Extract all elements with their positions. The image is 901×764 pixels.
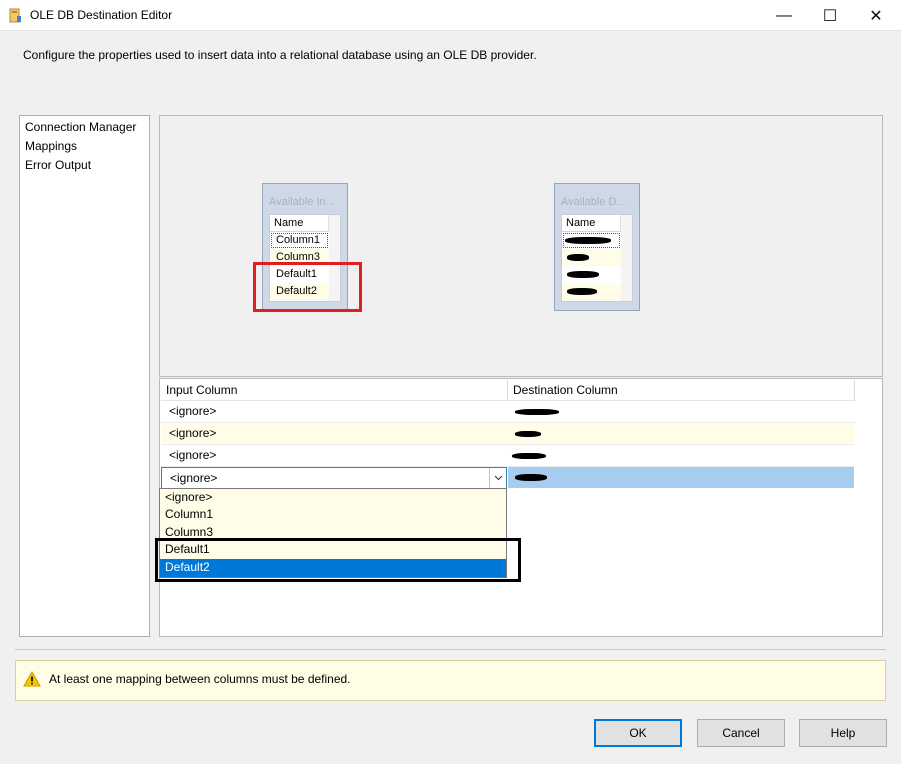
- maximize-button[interactable]: ☐: [807, 0, 853, 31]
- window-title: OLE DB Destination Editor: [30, 8, 173, 22]
- table-row[interactable]: <ignore>: [161, 445, 855, 467]
- mapping-diagram: Available In... Name Column1 Column3 Def…: [159, 115, 883, 377]
- input-column-cell[interactable]: <ignore>: [161, 423, 507, 444]
- table-row[interactable]: <ignore>: [161, 401, 855, 423]
- chevron-down-icon[interactable]: [489, 468, 506, 488]
- redacted-mark: [515, 409, 559, 415]
- redacted-mark: [567, 254, 589, 261]
- help-button[interactable]: Help: [799, 719, 887, 747]
- red-highlight-box: [253, 262, 362, 312]
- destination-column-cell[interactable]: [508, 467, 854, 488]
- redacted-mark: [565, 237, 611, 244]
- redacted-mark: [515, 431, 541, 437]
- input-column-combobox[interactable]: <ignore>: [161, 467, 507, 489]
- destination-column-cell[interactable]: [508, 423, 854, 444]
- destination-column-item[interactable]: [562, 232, 621, 249]
- table-row[interactable]: <ignore>: [161, 423, 855, 445]
- minimize-icon: —: [776, 6, 792, 24]
- dropdown-option[interactable]: Column1: [160, 506, 506, 524]
- grid-header: Input Column Destination Column: [161, 380, 855, 401]
- warning-message: At least one mapping between columns mus…: [49, 672, 351, 686]
- input-column-item[interactable]: Column1: [270, 232, 329, 249]
- cancel-button[interactable]: Cancel: [697, 719, 785, 747]
- black-highlight-box: [155, 538, 521, 582]
- nav-item-mappings[interactable]: Mappings: [25, 139, 77, 153]
- destination-table-list: Name: [561, 214, 633, 302]
- ok-button[interactable]: OK: [594, 719, 682, 747]
- destination-column-header[interactable]: Destination Column: [508, 380, 854, 401]
- minimize-button[interactable]: —: [761, 0, 807, 31]
- available-destination-columns-table[interactable]: Available D... Name: [554, 183, 640, 311]
- destination-column-item[interactable]: [562, 266, 621, 283]
- table-row[interactable]: <ignore>: [161, 467, 855, 489]
- ssis-app-icon: [9, 8, 21, 23]
- destination-column-item[interactable]: [562, 249, 621, 266]
- redacted-mark: [567, 288, 597, 295]
- redacted-mark: [515, 474, 547, 481]
- input-column-header[interactable]: Input Column: [161, 380, 507, 401]
- editor-description: Configure the properties used to insert …: [23, 48, 537, 62]
- input-table-header: Name: [270, 215, 328, 232]
- destination-column-item[interactable]: [562, 283, 621, 300]
- destination-table-title: Available D...: [561, 196, 626, 208]
- nav-item-connection-manager[interactable]: Connection Manager: [25, 120, 136, 134]
- divider: [15, 649, 886, 650]
- input-table-title: Available In...: [269, 196, 335, 208]
- nav-pane: Connection Manager Mappings Error Output: [19, 115, 150, 637]
- warning-bar: At least one mapping between columns mus…: [15, 660, 886, 701]
- input-column-cell[interactable]: <ignore>: [161, 401, 507, 422]
- input-column-cell[interactable]: <ignore>: [161, 445, 507, 466]
- destination-column-cell[interactable]: [508, 445, 854, 466]
- destination-column-cell[interactable]: [508, 401, 854, 422]
- column-separator: [854, 380, 855, 401]
- destination-table-scrollbar[interactable]: [620, 215, 632, 301]
- redacted-mark: [512, 453, 546, 459]
- title-bar: OLE DB Destination Editor — ☐ ✕: [0, 0, 901, 31]
- dropdown-option[interactable]: <ignore>: [160, 489, 506, 507]
- close-icon: ✕: [869, 7, 883, 25]
- redacted-mark: [567, 271, 599, 278]
- combobox-value: <ignore>: [170, 471, 218, 485]
- warning-icon: [23, 671, 41, 687]
- destination-table-header: Name: [562, 215, 620, 232]
- close-button[interactable]: ✕: [853, 0, 899, 31]
- maximize-icon: ☐: [822, 7, 838, 25]
- nav-item-error-output[interactable]: Error Output: [25, 158, 91, 172]
